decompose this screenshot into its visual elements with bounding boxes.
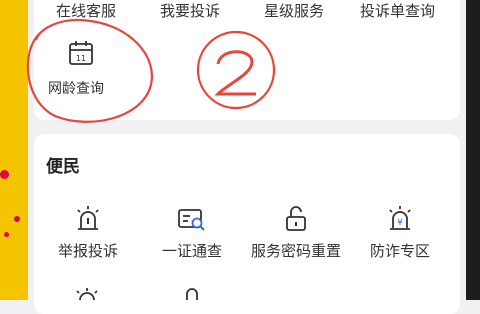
app-screen: 在线客服 我要投诉 星级服务 投诉单查询 11 网龄查询 便民 举报投诉 一证通… (28, 0, 466, 314)
unlock-icon (286, 206, 306, 231)
report-complaint-label: 举报投诉 (57, 242, 118, 260)
anti-fraud-button[interactable]: ¥ 防诈专区 (348, 204, 452, 261)
online-service-button[interactable]: 在线客服 (56, 0, 116, 21)
id-check-button[interactable]: 一证通查 (140, 204, 244, 261)
decor-dot (4, 232, 9, 237)
anti-fraud-label: 防诈专区 (369, 242, 430, 260)
id-card-search-icon (178, 209, 205, 231)
password-reset-label: 服务密码重置 (250, 242, 341, 260)
anti-fraud-alarm-icon: ¥ (389, 206, 411, 230)
decor-dot (0, 170, 9, 179)
password-reset-button[interactable]: 服务密码重置 (244, 204, 348, 261)
calendar-day: 11 (76, 54, 86, 63)
complaint-query-button[interactable]: 投诉单查询 (360, 0, 435, 21)
svg-text:¥: ¥ (397, 218, 403, 228)
id-check-label: 一证通查 (161, 242, 222, 260)
decor-dot (14, 216, 20, 222)
background-strip-left (0, 0, 28, 300)
age-query-label: 网龄查询 (48, 81, 104, 97)
report-complaint-button[interactable]: 举报投诉 (36, 204, 140, 261)
top-service-row: 在线客服 我要投诉 星级服务 投诉单查询 (34, 0, 460, 22)
calendar-icon: 11 (69, 41, 93, 65)
alarm-light-icon (76, 288, 98, 300)
background-edge-right (466, 0, 480, 300)
complaint-button[interactable]: 我要投诉 (160, 0, 220, 21)
star-service-button[interactable]: 星级服务 (264, 0, 324, 21)
convenience-title: 便民 (46, 157, 80, 177)
service-card: 在线客服 我要投诉 星级服务 投诉单查询 11 网龄查询 (34, 0, 460, 120)
alarm-light-icon (77, 206, 99, 230)
lock-icon (186, 288, 198, 300)
convenience-card: 便民 举报投诉 一证通查 服务密码重置 ¥ 防诈专区 (34, 134, 460, 314)
age-query-tile[interactable]: 11 网龄查询 (48, 40, 128, 102)
